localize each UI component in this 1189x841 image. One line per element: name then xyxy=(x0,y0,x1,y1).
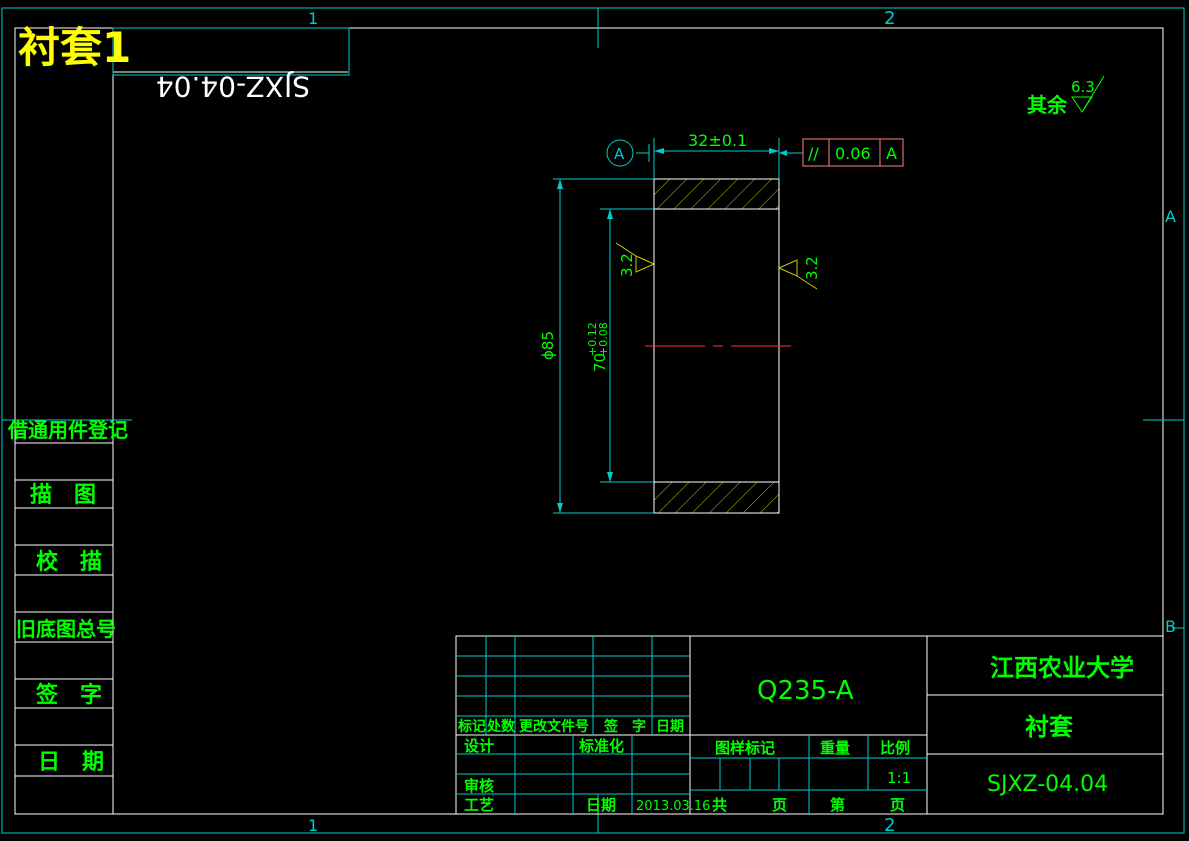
page-suffix: 页 xyxy=(890,796,905,814)
scale-value: 1:1 xyxy=(887,769,911,787)
rev-header-mark: 标记 xyxy=(457,718,486,735)
part-name: 衬套 xyxy=(1025,713,1074,741)
top-wall-hatch xyxy=(653,178,780,210)
mirrored-code-text: SJXZ-04.04 xyxy=(156,70,310,103)
material-label: Q235-A xyxy=(757,676,854,706)
outer-diameter-dim: ϕ85 xyxy=(539,331,557,360)
zone-top-2: 2 xyxy=(884,8,895,29)
roughness-left-value: 3.2 xyxy=(618,253,636,277)
zone-letter-a: A xyxy=(1165,207,1176,226)
date-label: 日期 xyxy=(586,796,616,814)
weight-label: 重量 xyxy=(820,739,850,757)
scale-label: 比例 xyxy=(880,739,910,757)
parallelism-symbol: // xyxy=(808,144,819,163)
engineering-drawing: 1 2 1 2 A B SJXZ-04.04 衬套1 其余 6.3 借通用件登记… xyxy=(1,7,1185,836)
strip-row-check: 校 描 xyxy=(36,549,102,575)
tolerance-datum: A xyxy=(886,144,897,163)
standardize-label: 标准化 xyxy=(578,737,624,755)
review-label: 审核 xyxy=(464,777,494,795)
strip-row-old-number: 旧底图总号 xyxy=(16,617,116,641)
roughness-right-value: 3.2 xyxy=(803,256,821,280)
process-label: 工艺 xyxy=(464,796,494,814)
zone-top-1: 1 xyxy=(308,9,318,28)
drawing-number: SJXZ-04.04 xyxy=(987,772,1108,797)
length-dimension: 32±0.1 xyxy=(688,131,747,150)
tolerance-value: 0.06 xyxy=(835,144,871,163)
inner-dim-lower: +0.08 xyxy=(597,322,610,356)
university-name: 江西农业大学 xyxy=(990,654,1134,682)
rev-header-date: 日期 xyxy=(656,719,684,735)
zone-letter-b: B xyxy=(1165,617,1176,636)
page-label: 第 xyxy=(830,796,845,814)
bushing-section-view xyxy=(645,178,797,514)
title-overlay: 衬套1 xyxy=(18,23,131,72)
datum-a-label: A xyxy=(614,145,625,163)
design-label: 设计 xyxy=(464,737,494,755)
date-value: 2013.03.16 xyxy=(636,799,710,814)
bottom-wall-hatch xyxy=(653,481,780,514)
strip-row-sign: 签 字 xyxy=(35,682,102,708)
strip-row-date: 日 期 xyxy=(38,750,104,775)
strip-row-tracing: 描 图 xyxy=(30,483,96,508)
rev-header-sign: 签 字 xyxy=(603,718,646,735)
total-label: 共 xyxy=(712,796,727,814)
roughness-note-prefix: 其余 xyxy=(1027,93,1068,117)
zone-bottom-1: 1 xyxy=(308,816,318,835)
rev-header-count: 处数 xyxy=(486,718,516,735)
stage-label: 图样标记 xyxy=(715,739,775,757)
strip-header: 借通用件登记 xyxy=(7,418,128,442)
roughness-note-value: 6.3 xyxy=(1071,78,1095,96)
zone-bottom-2: 2 xyxy=(884,815,895,836)
sheet-label: 页 xyxy=(772,796,787,814)
mirrored-code-box xyxy=(112,27,350,76)
rev-header-doc: 更改文件号 xyxy=(519,718,589,735)
